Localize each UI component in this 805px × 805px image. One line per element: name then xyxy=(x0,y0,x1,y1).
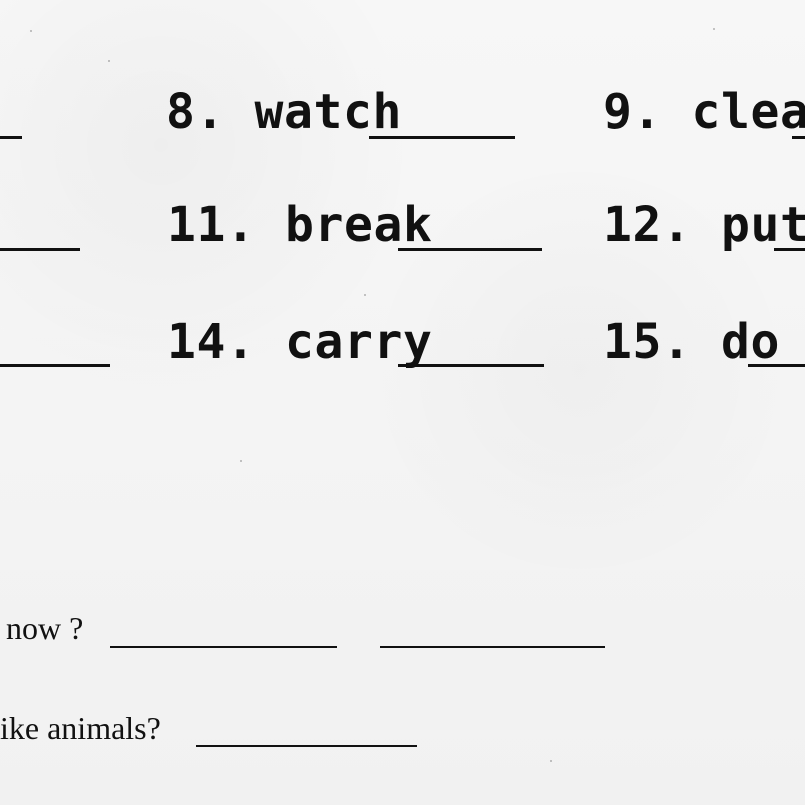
exercise-item-8: 8. watch xyxy=(166,84,402,140)
exercise-item-12: 12. put xyxy=(603,197,805,253)
scan-speck xyxy=(550,760,552,762)
exercise-item-11: 11. break xyxy=(167,197,433,253)
question-fragment-animals: ike animals? xyxy=(0,710,161,746)
scan-speck xyxy=(364,294,366,296)
answer-blank xyxy=(398,364,544,367)
answer-blank xyxy=(774,248,805,251)
answer-blank xyxy=(196,745,417,747)
worksheet-page: 8. watch 9. clean 11. break 12. put 14. … xyxy=(0,0,805,805)
answer-blank xyxy=(369,136,515,139)
exercise-item-14: 14. carry xyxy=(167,314,433,370)
scan-speck xyxy=(713,28,715,30)
scan-speck xyxy=(240,460,242,462)
answer-blank xyxy=(0,136,22,139)
exercise-item-15: 15. do xyxy=(603,314,780,370)
scan-speck xyxy=(108,60,110,62)
scan-speck xyxy=(30,30,32,32)
answer-blank xyxy=(0,364,110,367)
question-fragment-now: now ? xyxy=(6,610,84,646)
answer-blank xyxy=(748,364,805,367)
answer-blank xyxy=(110,646,337,648)
answer-blank xyxy=(0,248,80,251)
answer-blank xyxy=(380,646,605,648)
exercise-item-9: 9. clean xyxy=(603,84,805,140)
answer-blank xyxy=(792,136,805,139)
answer-blank xyxy=(398,248,542,251)
